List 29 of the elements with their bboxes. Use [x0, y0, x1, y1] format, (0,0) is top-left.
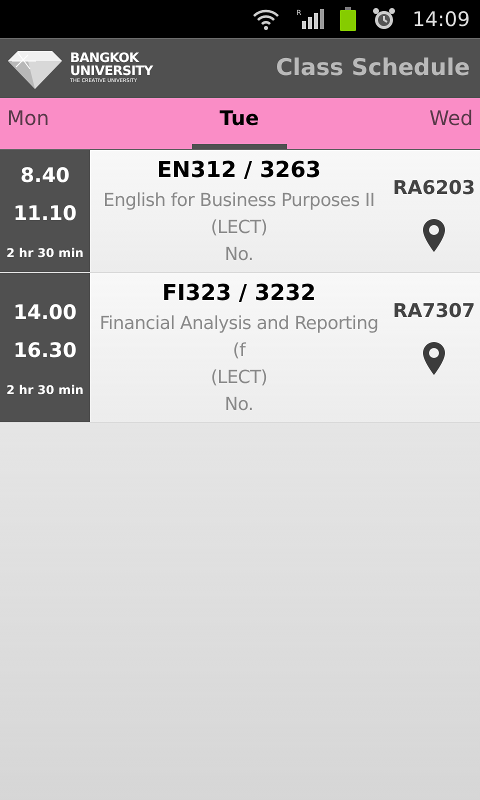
- day-tab[interactable]: Wed: [422, 97, 480, 149]
- logo-text: BANGKOK: [70, 52, 140, 65]
- class-note: No.: [224, 393, 254, 417]
- course-code: EN312 / 3263: [157, 157, 321, 185]
- diamond-logo-icon: [8, 48, 62, 88]
- start-time: 14.00: [13, 298, 77, 326]
- location-pin-icon[interactable]: [423, 218, 445, 252]
- room-code: RA7307: [392, 299, 476, 324]
- end-time: 16.30: [13, 336, 77, 364]
- start-time: 8.40: [20, 162, 70, 189]
- course-title: English for Business Purposes II: [103, 189, 375, 213]
- location-pin-icon[interactable]: [423, 342, 445, 374]
- class-duration: 2 hr 30 min: [6, 245, 84, 262]
- logo-text: UNIVERSITY: [70, 65, 153, 78]
- wifi-icon: [252, 8, 280, 30]
- course-code: FI323 / 3232: [162, 280, 316, 308]
- room-code: RA6203: [392, 176, 476, 201]
- battery-icon: [340, 7, 356, 31]
- clock-time: 14:09: [412, 6, 471, 33]
- alarm-clock-icon: [372, 7, 396, 31]
- class-type: (LECT): [210, 366, 268, 390]
- signal-icon: [302, 9, 324, 29]
- course-title: Financial Analysis and Reporting (f: [98, 312, 380, 363]
- day-tab[interactable]: Mon: [0, 97, 56, 149]
- end-time: 11.10: [13, 200, 77, 227]
- class-type: (LECT): [210, 216, 268, 240]
- class-note: No.: [224, 243, 254, 267]
- screen-title: Class Schedule: [276, 54, 471, 84]
- class-duration: 2 hr 30 min: [6, 382, 84, 398]
